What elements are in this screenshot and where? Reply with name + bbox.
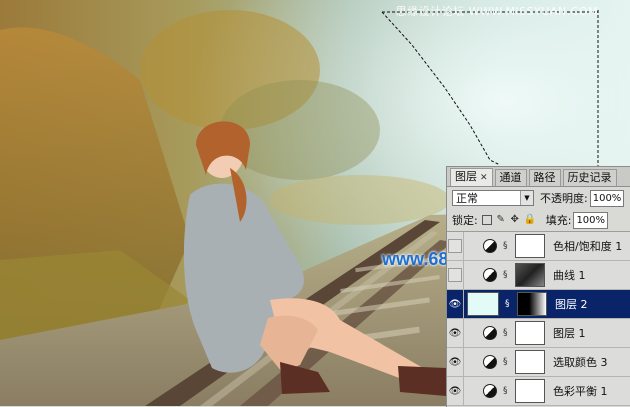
layer-row[interactable]: 👁 § 图层 1 xyxy=(447,319,630,348)
layer-mask-thumbnail[interactable] xyxy=(515,321,545,345)
layer-row[interactable]: 👁 § 色彩平衡 1 xyxy=(447,377,630,406)
adjustment-layer-icon xyxy=(483,268,497,282)
layer-list: § 色相/饱和度 1 § 曲线 1 👁 § 图层 2 👁 § 图层 1 👁 § … xyxy=(447,232,630,406)
layer-mask-thumbnail[interactable] xyxy=(515,350,545,374)
visibility-toggle[interactable]: 👁 xyxy=(447,290,464,318)
visibility-toggle[interactable] xyxy=(447,261,464,289)
adjustment-layer-icon xyxy=(483,384,497,398)
tab-layers[interactable]: 图层 ✕ xyxy=(450,168,493,186)
tab-paths-label: 路径 xyxy=(533,171,556,184)
layer-row[interactable]: 👁 § 选取颜色 3 xyxy=(447,348,630,377)
link-icon: § xyxy=(503,270,508,280)
watermark-top: 思缘设计论坛 WWW.MISSYUAN.COM xyxy=(395,5,598,18)
link-icon: § xyxy=(505,299,510,309)
blend-mode-value: 正常 xyxy=(456,192,478,205)
layer-mask-thumbnail[interactable] xyxy=(515,379,545,403)
layer-mask-thumbnail[interactable] xyxy=(517,292,547,316)
adjustment-layer-icon xyxy=(483,355,497,369)
blend-row: 正常 ▼ 不透明度: 100% xyxy=(447,187,630,209)
layer-mask-thumbnail[interactable] xyxy=(515,263,545,287)
link-icon: § xyxy=(503,386,508,396)
layer-name: 色相/饱和度 1 xyxy=(553,240,623,253)
eye-icon: 👁 xyxy=(448,327,462,339)
lock-row: 锁定: ✎ ✥ 🔒 填充: 100% xyxy=(447,209,630,232)
lock-all-icon[interactable]: 🔒 xyxy=(524,215,536,225)
eye-icon: 👁 xyxy=(448,298,462,310)
tab-channels-label: 通道 xyxy=(499,171,522,184)
lock-brush-icon[interactable]: ✎ xyxy=(496,215,506,225)
hidden-eye-icon xyxy=(448,239,462,253)
hidden-eye-icon xyxy=(448,268,462,282)
tab-history-label: 历史记录 xyxy=(567,171,612,184)
fill-input[interactable]: 100% xyxy=(573,211,609,229)
fill-label: 填充: xyxy=(545,214,572,227)
visibility-toggle[interactable] xyxy=(447,232,464,260)
link-icon: § xyxy=(503,328,508,338)
tab-history[interactable]: 历史记录 xyxy=(562,169,617,186)
layer-name: 图层 1 xyxy=(553,327,586,340)
layers-panel: 图层 ✕ 通道 路径 历史记录 正常 ▼ 不透明度: 100% 锁定: ✎ ✥ 🔒… xyxy=(446,166,630,407)
layer-name: 色彩平衡 1 xyxy=(553,385,608,398)
adjustment-layer-icon xyxy=(483,239,497,253)
blend-mode-select[interactable]: 正常 ▼ xyxy=(452,190,534,206)
lock-label: 锁定: xyxy=(452,214,478,227)
opacity-label: 不透明度: xyxy=(540,192,588,205)
panel-tabs: 图层 ✕ 通道 路径 历史记录 xyxy=(447,167,630,187)
visibility-toggle[interactable]: 👁 xyxy=(447,319,464,347)
layer-row[interactable]: § 色相/饱和度 1 xyxy=(447,232,630,261)
tab-paths[interactable]: 路径 xyxy=(528,169,561,186)
lock-move-icon[interactable]: ✥ xyxy=(510,215,520,225)
layer-row-selected[interactable]: 👁 § 图层 2 xyxy=(447,290,630,319)
eye-icon: 👁 xyxy=(448,356,462,368)
tab-channels[interactable]: 通道 xyxy=(494,169,527,186)
eye-icon: 👁 xyxy=(448,385,462,397)
chevron-down-icon[interactable]: ▼ xyxy=(520,191,533,205)
layer-name: 选取颜色 3 xyxy=(553,356,608,369)
tab-layers-label: 图层 xyxy=(455,170,477,183)
opacity-input[interactable]: 100% xyxy=(589,189,625,207)
adjustment-layer-icon xyxy=(483,326,497,340)
layer-mask-thumbnail[interactable] xyxy=(515,234,545,258)
layer-name: 曲线 1 xyxy=(553,269,586,282)
lock-transparency-icon[interactable] xyxy=(481,215,492,225)
layer-row[interactable]: § 曲线 1 xyxy=(447,261,630,290)
link-icon: § xyxy=(503,241,508,251)
visibility-toggle[interactable]: 👁 xyxy=(447,348,464,376)
layer-name: 图层 2 xyxy=(555,298,588,311)
close-icon[interactable]: ✕ xyxy=(480,173,488,183)
link-icon: § xyxy=(503,357,508,367)
layer-thumbnail[interactable] xyxy=(467,292,499,316)
visibility-toggle[interactable]: 👁 xyxy=(447,377,464,405)
